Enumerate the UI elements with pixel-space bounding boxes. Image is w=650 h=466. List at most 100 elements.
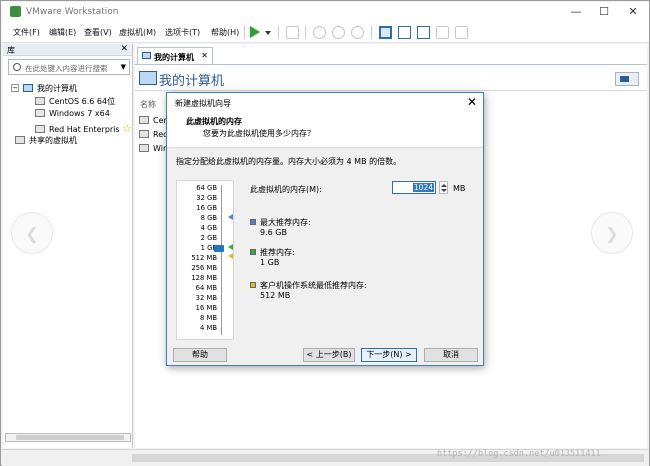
- memory-instruction: 指定分配给此虚拟机的内存量。内存大小必须为 4 MB 的倍数。: [176, 157, 402, 166]
- scale-tick-label: 256 MB: [191, 264, 217, 272]
- computer-large-icon: [139, 71, 157, 85]
- legend-value: 512 MB: [260, 291, 291, 300]
- cancel-button[interactable]: 取消: [424, 348, 478, 362]
- scale-tick-label: 4 GB: [200, 224, 217, 232]
- thumbnail-bar-icon[interactable]: [398, 26, 411, 39]
- dialog-subheading: 您要为此虚拟机使用多少内存？: [203, 129, 315, 138]
- yellow-square-icon: [250, 282, 256, 288]
- snapshot-icon[interactable]: [313, 26, 326, 39]
- close-window-button[interactable]: ✕: [619, 4, 647, 20]
- scrollbar-thumb[interactable]: [16, 435, 124, 440]
- slider-thumb[interactable]: [214, 245, 224, 252]
- previous-arrow-button[interactable]: ❮: [11, 212, 53, 254]
- vm-label: CentOS 6.6 64位: [49, 97, 116, 106]
- library-title: 库: [7, 46, 15, 55]
- dialog-title-bar: 新建虚拟机向导 ✕: [167, 93, 483, 113]
- dialog-close-icon[interactable]: ✕: [467, 95, 477, 109]
- toolbar-separator: [244, 26, 245, 39]
- tree-root-label: 我的计算机: [37, 84, 77, 93]
- list-item[interactable]: Red: [139, 130, 168, 139]
- column-header-name[interactable]: 名称: [140, 99, 156, 110]
- scale-tick-label: 32 MB: [195, 294, 217, 302]
- guest-min-marker: [228, 253, 233, 259]
- menu-help[interactable]: 帮助(H): [211, 27, 239, 38]
- tab-close-icon[interactable]: ✕: [201, 51, 208, 60]
- menu-tabs[interactable]: 选项卡(T): [165, 27, 200, 38]
- help-button[interactable]: 帮助: [173, 348, 227, 362]
- blue-square-icon: [250, 219, 256, 225]
- dialog-header: 此虚拟机的内存 您要为此虚拟机使用多少内存？: [167, 113, 483, 147]
- slider-track[interactable]: [221, 185, 222, 335]
- max-recommended-marker: [228, 214, 233, 220]
- toolbar-separator: [371, 26, 372, 39]
- watermark-text: https://blog.csdn.net/u013511411: [437, 449, 601, 459]
- maximize-button[interactable]: ☐: [590, 4, 618, 20]
- legend-value: 9.6 GB: [260, 228, 287, 237]
- green-square-icon: [250, 249, 256, 255]
- vm-icon: [139, 130, 149, 138]
- menu-view[interactable]: 查看(V): [84, 27, 112, 38]
- full-screen-icon[interactable]: [417, 26, 430, 39]
- tree-item-shared-vms[interactable]: 共享的虚拟机: [15, 135, 77, 147]
- tree-item-vm[interactable]: CentOS 6.6 64位: [35, 96, 115, 108]
- scale-tick-label: 64 MB: [195, 284, 217, 292]
- memory-input[interactable]: 1024: [392, 181, 436, 194]
- legend-label: 推荐内存:: [260, 248, 295, 257]
- unity-icon[interactable]: [436, 26, 449, 39]
- back-button[interactable]: < 上一步(B): [303, 348, 355, 362]
- tree-item-vm[interactable]: Windows 7 x64: [35, 109, 110, 121]
- revert-snapshot-icon[interactable]: [332, 26, 345, 39]
- tab-my-computer[interactable]: 我的计算机 ✕: [137, 47, 213, 64]
- send-ctrl-alt-del-icon[interactable]: [286, 26, 299, 39]
- snapshot-manager-icon[interactable]: [351, 26, 364, 39]
- vm-icon: [35, 125, 45, 133]
- vm-icon: [35, 109, 45, 117]
- library-search-input[interactable]: 在此处键入内容进行搜索 ▼: [8, 59, 130, 75]
- scale-tick-label: 16 GB: [196, 204, 217, 212]
- recommended-marker: [228, 244, 233, 250]
- power-on-icon[interactable]: [250, 26, 260, 38]
- next-arrow-button[interactable]: ❯: [591, 212, 633, 254]
- memory-value: 1024: [412, 183, 434, 192]
- favorite-star-icon: ☆: [122, 122, 132, 135]
- vmware-app-icon: [10, 6, 21, 17]
- scale-tick-label: 64 GB: [196, 184, 217, 192]
- title-bar: VMware Workstation — ☐ ✕: [2, 2, 649, 22]
- shared-vm-icon: [15, 136, 25, 144]
- library-close-icon[interactable]: ✕: [120, 44, 128, 54]
- menu-vm[interactable]: 虚拟机(M): [119, 27, 156, 38]
- scale-tick-label: 2 GB: [200, 234, 217, 242]
- power-dropdown-icon[interactable]: [265, 31, 271, 35]
- scale-tick-label: 8 GB: [200, 214, 217, 222]
- scale-tick-label: 1 GB: [200, 244, 217, 252]
- collapse-icon[interactable]: −: [11, 84, 19, 92]
- legend-label: 最大推荐内存:: [260, 218, 311, 227]
- library-horizontal-scrollbar[interactable]: [5, 433, 131, 442]
- computer-icon: [23, 84, 33, 92]
- tree-item-vm[interactable]: Red Hat Enterpris ☆: [35, 122, 132, 135]
- view-options-button[interactable]: [615, 72, 639, 86]
- vm-label: Red Hat Enterpris: [49, 125, 120, 134]
- scale-tick-label: 4 MB: [199, 324, 217, 332]
- scale-tick-label: 32 GB: [196, 194, 217, 202]
- scale-tick-label: 16 MB: [195, 304, 217, 312]
- toolbar-separator: [305, 26, 306, 39]
- dialog-footer: 帮助 < 上一步(B) 下一步(N) > 取消: [167, 348, 483, 365]
- memory-spinner[interactable]: [439, 181, 448, 194]
- menu-edit[interactable]: 编辑(E): [49, 27, 76, 38]
- console-view-icon[interactable]: [455, 26, 468, 39]
- chevron-left-icon: ❮: [25, 224, 39, 243]
- search-placeholder: 在此处键入内容进行搜索: [25, 64, 108, 73]
- memory-slider[interactable]: 64 GB 32 GB 16 GB 8 GB 4 GB 2 GB 1 GB 51…: [176, 180, 234, 340]
- menu-toolbar: 文件(F) 编辑(E) 查看(V) 虚拟机(M) 选项卡(T) 帮助(H): [2, 22, 649, 43]
- next-button[interactable]: 下一步(N) >: [361, 348, 417, 362]
- minimize-button[interactable]: —: [562, 4, 590, 20]
- show-library-icon[interactable]: [379, 26, 392, 39]
- dialog-title: 新建虚拟机向导: [175, 99, 231, 108]
- vm-icon: [139, 144, 149, 152]
- legend-value: 1 GB: [260, 258, 280, 267]
- dialog-heading: 此虚拟机的内存: [186, 117, 242, 126]
- dialog-body: 指定分配给此虚拟机的内存量。内存大小必须为 4 MB 的倍数。 64 GB 32…: [167, 147, 483, 348]
- search-dropdown-icon[interactable]: ▼: [121, 63, 126, 71]
- menu-file[interactable]: 文件(F): [13, 27, 40, 38]
